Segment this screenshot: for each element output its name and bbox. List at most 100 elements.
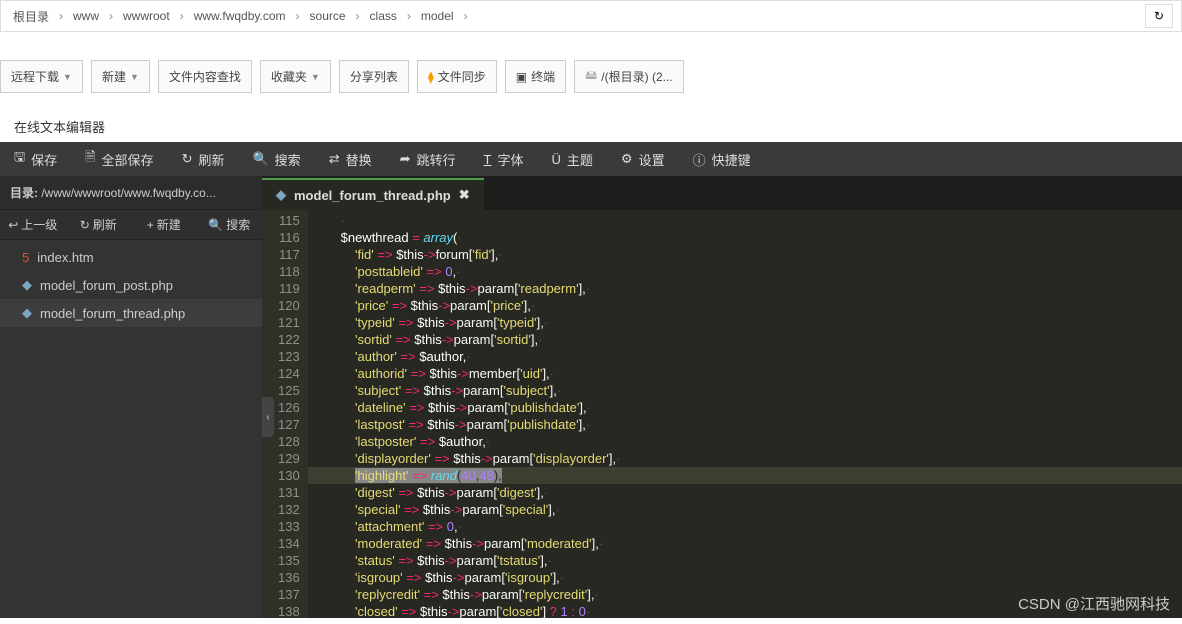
code-line: 'closed' => $this->param['closed'] ? 1 :…: [308, 603, 1182, 618]
code-line: $newthread = array(·: [308, 229, 1182, 246]
replace-icon: ⇄: [329, 151, 340, 167]
save-all-button[interactable]: 🗎全部保存: [71, 142, 167, 176]
php-icon: ◆: [22, 305, 32, 321]
chevron-right-icon: ›: [53, 9, 69, 23]
file-list: 5 index.htm ◆ model_forum_post.php ◆ model_fo…: [0, 240, 262, 618]
collapse-sidebar-button[interactable]: ‹: [262, 397, 274, 437]
search-icon: 🔍: [252, 151, 268, 167]
backup-button[interactable]: 🖴/(根目录) (2...: [574, 60, 683, 93]
tab-bar: ◆ model_forum_thread.php ✖: [262, 176, 1182, 210]
code-line: 'fid' => $this->forum['fid'],·: [308, 246, 1182, 263]
code-line: 'replycredit' => $this->param['replycred…: [308, 586, 1182, 603]
sidebar-search-button[interactable]: 🔍搜索: [197, 210, 263, 239]
file-sync-button[interactable]: ⧫文件同步: [417, 60, 497, 93]
font-icon: T: [484, 152, 492, 167]
file-name: index.htm: [37, 250, 93, 265]
code-line: 'authorid' => $this->member['uid'],·: [308, 365, 1182, 382]
tab-label: model_forum_thread.php: [294, 188, 451, 203]
file-toolbar: 远程下载▼ 新建▼ 文件内容查找 收藏夹▼ 分享列表 ⧫文件同步 ▣终端 🖴/(…: [0, 60, 1182, 93]
disk-icon: 🖴: [585, 66, 597, 87]
file-item[interactable]: 5 index.htm: [0, 244, 262, 271]
code-line: 'highlight' => rand(40,48),·: [308, 467, 1182, 484]
search-button[interactable]: 🔍搜索: [238, 142, 314, 176]
replace-button[interactable]: ⇄替换: [315, 142, 386, 176]
breadcrumb: 根目录›www›wwwroot›www.fwqdby.com›source›cl…: [0, 0, 1182, 32]
close-tab-button[interactable]: ✖: [459, 187, 470, 203]
refresh-button[interactable]: ↻刷新: [168, 142, 239, 176]
refresh-icon: ↻: [182, 151, 193, 167]
sync-icon: ⧫: [428, 70, 434, 84]
chevron-right-icon: ›: [103, 9, 119, 23]
code-line: 'lastpost' => $this->param['publishdate'…: [308, 416, 1182, 433]
code-line: 'posttableid' => 0,·: [308, 263, 1182, 280]
refresh-icon: ↻: [80, 218, 90, 232]
font-button[interactable]: T字体: [470, 142, 538, 176]
code-line: 'isgroup' => $this->param['isgroup'],·: [308, 569, 1182, 586]
theme-icon: Ü: [552, 152, 561, 167]
undo-icon: ↩: [8, 218, 18, 232]
settings-button[interactable]: ⚙设置: [607, 142, 679, 176]
file-name: model_forum_thread.php: [40, 306, 185, 321]
code-area: ◆ model_forum_thread.php ✖ 1151161171181…: [262, 176, 1182, 618]
breadcrumb-item[interactable]: www.fwqdby.com: [190, 9, 290, 23]
tab-active[interactable]: ◆ model_forum_thread.php ✖: [262, 178, 484, 210]
hotkey-button[interactable]: ⓘ快捷键: [679, 142, 765, 176]
code-line: 'dateline' => $this->param['publishdate'…: [308, 399, 1182, 416]
terminal-icon: ▣: [516, 70, 527, 84]
html-icon: 5: [22, 250, 29, 265]
code-line: 'displayorder' => $this->param['displayo…: [308, 450, 1182, 467]
chevron-right-icon: ›: [401, 9, 417, 23]
code-line: ·: [308, 212, 1182, 229]
code-line: 'typeid' => $this->param['typeid'],·: [308, 314, 1182, 331]
code-editor[interactable]: 1151161171181191201211221231241251261271…: [262, 210, 1182, 618]
php-icon: ◆: [22, 277, 32, 293]
code-line: 'readperm' => $this->param['readperm'],·: [308, 280, 1182, 297]
terminal-button[interactable]: ▣终端: [505, 60, 566, 93]
remote-download-button[interactable]: 远程下载▼: [0, 60, 83, 93]
sidebar-new-button[interactable]: +新建: [131, 210, 197, 239]
goto-icon: ➦: [400, 151, 411, 167]
current-dir: 目录: /www/wwwroot/www.fwqdby.co...: [0, 176, 262, 210]
code-line: 'author' => $author,·: [308, 348, 1182, 365]
search-icon: 🔍: [208, 218, 223, 232]
page-title: 在线文本编辑器: [0, 111, 1182, 142]
favorites-button[interactable]: 收藏夹▼: [260, 60, 331, 93]
code-line: 'attachment' => 0,·: [308, 518, 1182, 535]
refresh-path-button[interactable]: ↻: [1145, 4, 1173, 28]
info-icon: ⓘ: [693, 150, 706, 169]
save-button[interactable]: 🖫保存: [0, 142, 71, 176]
goto-line-button[interactable]: ➦跳转行: [386, 142, 470, 176]
breadcrumb-item[interactable]: wwwroot: [119, 9, 174, 23]
new-button[interactable]: 新建▼: [91, 60, 150, 93]
file-name: model_forum_post.php: [40, 278, 173, 293]
chevron-right-icon: ›: [350, 9, 366, 23]
file-sidebar: 目录: /www/wwwroot/www.fwqdby.co... ↩上一级 ↻…: [0, 176, 262, 618]
content-search-button[interactable]: 文件内容查找: [158, 60, 252, 93]
chevron-right-icon: ›: [458, 9, 474, 23]
code-content[interactable]: · $newthread = array(· 'fid' => $this->f…: [308, 210, 1182, 618]
editor-body: 目录: /www/wwwroot/www.fwqdby.co... ↩上一级 ↻…: [0, 176, 1182, 618]
code-line: 'moderated' => $this->param['moderated']…: [308, 535, 1182, 552]
code-line: 'subject' => $this->param['subject'],·: [308, 382, 1182, 399]
breadcrumb-item[interactable]: source: [306, 9, 350, 23]
gear-icon: ⚙: [621, 151, 633, 167]
share-list-button[interactable]: 分享列表: [339, 60, 409, 93]
save-icon: 🖫: [14, 148, 25, 170]
save-all-icon: 🗎: [85, 148, 95, 170]
code-line: 'lastposter' => $author,·: [308, 433, 1182, 450]
code-line: 'price' => $this->param['price'],·: [308, 297, 1182, 314]
sidebar-refresh-button[interactable]: ↻刷新: [66, 210, 132, 239]
up-level-button[interactable]: ↩上一级: [0, 210, 66, 239]
chevron-right-icon: ›: [290, 9, 306, 23]
file-item[interactable]: ◆ model_forum_post.php: [0, 271, 262, 299]
code-line: 'status' => $this->param['tstatus'],·: [308, 552, 1182, 569]
breadcrumb-item[interactable]: www: [69, 9, 103, 23]
breadcrumb-item[interactable]: model: [417, 9, 458, 23]
breadcrumb-item[interactable]: class: [366, 9, 401, 23]
file-item[interactable]: ◆ model_forum_thread.php: [0, 299, 262, 327]
php-icon: ◆: [276, 187, 286, 203]
breadcrumb-item[interactable]: 根目录: [9, 8, 53, 25]
theme-button[interactable]: Ü主题: [538, 142, 607, 176]
chevron-right-icon: ›: [174, 9, 190, 23]
code-line: 'digest' => $this->param['digest'],·: [308, 484, 1182, 501]
